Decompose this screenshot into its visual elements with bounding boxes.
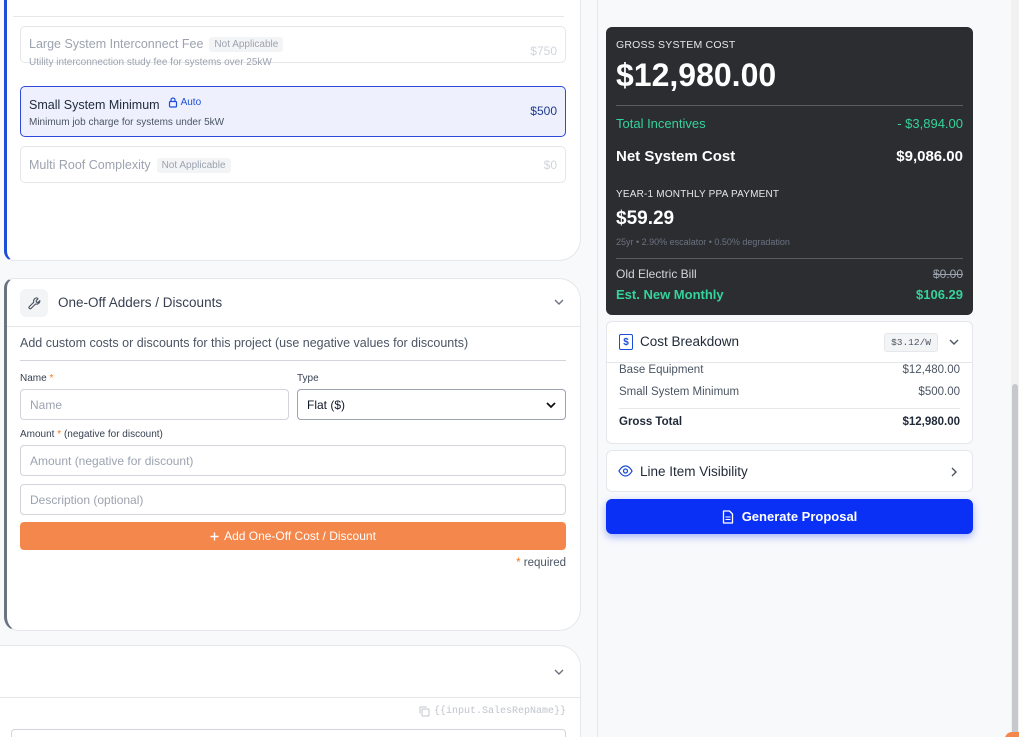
auto-badge: Auto <box>168 97 201 108</box>
divider <box>607 362 972 363</box>
chevron-right-icon <box>951 467 957 477</box>
collapsed-section-card: {{input.SalesRepName}} <box>0 645 581 737</box>
generate-proposal-button[interactable]: Generate Proposal <box>606 499 973 534</box>
line-item-visibility-toggle[interactable]: Line Item Visibility <box>606 450 973 492</box>
divider <box>616 105 963 106</box>
left-column: Large System Interconnect Fee Not Applica… <box>0 0 598 737</box>
adder-price: $750 <box>530 44 557 58</box>
amount-input[interactable] <box>20 445 566 476</box>
add-one-off-cost-button[interactable]: Add One-Off Cost / Discount <box>20 522 566 550</box>
chevron-down-icon[interactable] <box>552 295 566 309</box>
template-variable-tag: {{input.SalesRepName}} <box>419 706 566 717</box>
section-title: One-Off Adders / Discounts <box>58 295 223 310</box>
scrollbar-thumb[interactable] <box>1012 384 1018 737</box>
amount-label: Amount * (negative for discount) <box>20 429 163 440</box>
lock-icon <box>168 97 177 108</box>
wrench-icon <box>20 289 48 317</box>
divider <box>20 360 566 361</box>
adder-price: $0 <box>543 158 557 172</box>
one-off-adders-header[interactable]: One-Off Adders / Discounts <box>7 279 580 327</box>
divider <box>13 16 564 17</box>
divider <box>0 697 580 698</box>
adder-item-multi-roof-complexity[interactable]: Multi Roof Complexity Not Applicable $0 <box>20 146 566 183</box>
total-incentives-row: Total Incentives - $3,894.00 <box>616 116 963 131</box>
adder-price: $500 <box>530 104 557 118</box>
helper-text: Add custom costs or discounts for this p… <box>20 336 469 350</box>
adder-title: Multi Roof Complexity Not Applicable <box>29 158 231 173</box>
name-label: Name * <box>20 373 54 384</box>
cost-breakdown-title[interactable]: Cost Breakdown <box>640 334 739 349</box>
chevron-down-icon <box>546 402 556 409</box>
pricing-summary-card: GROSS SYSTEM COST $12,980.00 Total Incen… <box>606 27 973 315</box>
adder-description: Utility interconnection study fee for sy… <box>29 57 272 68</box>
adder-item-large-system-interconnect-fee[interactable]: Large System Interconnect Fee Not Applica… <box>20 26 566 68</box>
not-applicable-badge: Not Applicable <box>209 37 284 52</box>
adder-title: Small System Minimum Auto <box>29 97 202 112</box>
old-electric-bill-row: Old Electric Bill $0.00 <box>616 267 963 281</box>
adder-item-small-system-minimum[interactable]: Small System Minimum Auto Minimum job cha… <box>20 86 566 137</box>
required-note: * required <box>516 557 566 569</box>
dollar-document-icon: $ <box>619 334 633 350</box>
type-label: Type <box>297 373 319 384</box>
divider <box>619 408 960 409</box>
net-system-cost-row: Net System Cost $9,086.00 <box>616 148 963 165</box>
eye-icon <box>618 465 633 477</box>
document-icon <box>722 509 733 524</box>
price-per-watt-badge: $3.12/W <box>884 333 938 352</box>
type-select[interactable]: Flat ($) <box>297 389 566 420</box>
copy-icon[interactable] <box>419 706 430 717</box>
plus-icon <box>210 532 219 540</box>
description-input[interactable] <box>20 484 566 515</box>
one-off-adders-card: One-Off Adders / Discounts Add custom co… <box>4 278 581 631</box>
ppa-terms: 25yr • 2.90% escalator • 0.50% degradati… <box>616 237 790 247</box>
gross-system-cost-value: $12,980.00 <box>616 57 777 93</box>
ppa-payment-label: YEAR-1 MONTHLY PPA PAYMENT <box>616 189 780 200</box>
adder-description: Minimum job charge for systems under 5kW <box>29 117 225 128</box>
line-item-visibility-title: Line Item Visibility <box>640 464 748 479</box>
ppa-payment-value: $59.29 <box>616 208 675 229</box>
adders-card: Large System Interconnect Fee Not Applica… <box>4 0 581 261</box>
divider <box>616 258 963 259</box>
not-applicable-badge: Not Applicable <box>156 158 231 173</box>
name-input[interactable] <box>20 389 289 420</box>
breakdown-row: Base Equipment $12,480.00 <box>619 364 960 376</box>
gross-system-cost-label: GROSS SYSTEM COST <box>616 39 736 51</box>
chevron-down-icon[interactable] <box>948 336 960 348</box>
breakdown-row: Small System Minimum $500.00 <box>619 386 960 398</box>
chat-widget-button[interactable] <box>1005 732 1019 737</box>
chevron-down-icon[interactable] <box>552 665 566 679</box>
gross-total-row: Gross Total $12,980.00 <box>619 416 960 428</box>
text-field[interactable] <box>11 729 566 737</box>
cost-breakdown-card: $ Cost Breakdown $3.12/W Base Equipment $… <box>606 321 973 444</box>
est-new-monthly-row: Est. New Monthly $106.29 <box>616 287 963 302</box>
adder-title: Large System Interconnect Fee Not Applica… <box>29 37 284 52</box>
